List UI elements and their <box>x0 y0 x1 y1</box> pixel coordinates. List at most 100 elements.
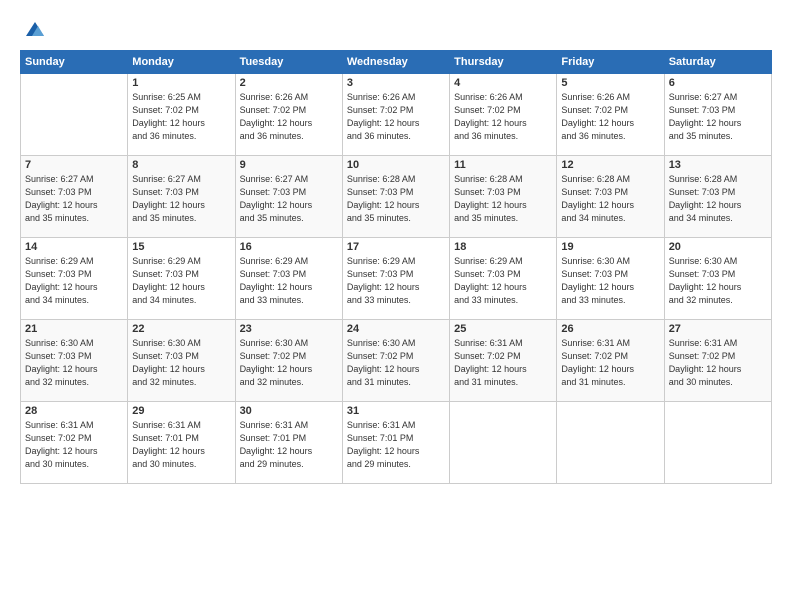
day-number: 7 <box>25 159 123 171</box>
day-number: 22 <box>132 323 230 335</box>
day-cell: 14Sunrise: 6:29 AM Sunset: 7:03 PM Dayli… <box>21 238 128 320</box>
day-cell: 7 Sunrise: 6:27 AM Sunset: 7:03 PM Daylig… <box>21 156 128 238</box>
day-cell: 17 Sunrise: 6:29 AM Sunset: 7:03 PM Dayli… <box>342 238 449 320</box>
day-info: Sunrise: 6:27 AM Sunset: 7:03 PM Dayligh… <box>132 173 230 225</box>
header-monday: Monday <box>128 51 235 74</box>
day-cell: 8 Sunrise: 6:27 AM Sunset: 7:03 PM Daylig… <box>128 156 235 238</box>
day-info: Sunrise: 6:27 AM Sunset: 7:03 PM Dayligh… <box>25 173 123 225</box>
day-info: Sunrise: 6:28 AM Sunset: 7:03 PM Dayligh… <box>669 173 767 225</box>
day-number: 24 <box>347 323 445 335</box>
day-cell: 9 Sunrise: 6:27 AM Sunset: 7:03 PM Daylig… <box>235 156 342 238</box>
day-cell: 3 Sunrise: 6:26 AM Sunset: 7:02 PM Daylig… <box>342 74 449 156</box>
day-info: Sunrise: 6:31 AM Sunset: 7:01 PM Dayligh… <box>132 419 230 471</box>
header-row: SundayMondayTuesdayWednesdayThursdayFrid… <box>21 51 772 74</box>
day-info: Sunrise: 6:25 AM Sunset: 7:02 PM Dayligh… <box>132 91 230 143</box>
week-row-4: 21 Sunrise: 6:30 AM Sunset: 7:03 PM Dayli… <box>21 320 772 402</box>
day-cell: 11 Sunrise: 6:28 AM Sunset: 7:03 PM Dayli… <box>450 156 557 238</box>
logo-icon <box>24 18 46 40</box>
day-cell: 26 Sunrise: 6:31 AM Sunset: 7:02 PM Dayli… <box>557 320 664 402</box>
day-number: 1 <box>132 77 230 89</box>
header-friday: Friday <box>557 51 664 74</box>
day-info: Sunrise: 6:31 AM Sunset: 7:01 PM Dayligh… <box>240 419 338 471</box>
day-number: 26 <box>561 323 659 335</box>
day-info: Sunrise: 6:26 AM Sunset: 7:02 PM Dayligh… <box>561 91 659 143</box>
day-info: Sunrise: 6:30 AM Sunset: 7:03 PM Dayligh… <box>132 337 230 389</box>
day-cell <box>664 402 771 484</box>
day-info: Sunrise: 6:31 AM Sunset: 7:02 PM Dayligh… <box>669 337 767 389</box>
header-tuesday: Tuesday <box>235 51 342 74</box>
day-cell: 10Sunrise: 6:28 AM Sunset: 7:03 PM Dayli… <box>342 156 449 238</box>
day-info: Sunrise: 6:29 AM Sunset: 7:03 PM Dayligh… <box>240 255 338 307</box>
day-number: 25 <box>454 323 552 335</box>
day-number: 17 <box>347 241 445 253</box>
header-wednesday: Wednesday <box>342 51 449 74</box>
day-number: 3 <box>347 77 445 89</box>
day-number: 18 <box>454 241 552 253</box>
day-cell: 31Sunrise: 6:31 AM Sunset: 7:01 PM Dayli… <box>342 402 449 484</box>
day-number: 9 <box>240 159 338 171</box>
week-row-5: 28 Sunrise: 6:31 AM Sunset: 7:02 PM Dayli… <box>21 402 772 484</box>
week-row-2: 7 Sunrise: 6:27 AM Sunset: 7:03 PM Daylig… <box>21 156 772 238</box>
day-info: Sunrise: 6:30 AM Sunset: 7:03 PM Dayligh… <box>669 255 767 307</box>
day-number: 28 <box>25 405 123 417</box>
day-cell <box>450 402 557 484</box>
header-saturday: Saturday <box>664 51 771 74</box>
day-number: 4 <box>454 77 552 89</box>
day-cell: 19 Sunrise: 6:30 AM Sunset: 7:03 PM Dayli… <box>557 238 664 320</box>
calendar-page: SundayMondayTuesdayWednesdayThursdayFrid… <box>0 0 792 612</box>
header-sunday: Sunday <box>21 51 128 74</box>
day-number: 14 <box>25 241 123 253</box>
day-cell: 25 Sunrise: 6:31 AM Sunset: 7:02 PM Dayli… <box>450 320 557 402</box>
day-info: Sunrise: 6:26 AM Sunset: 7:02 PM Dayligh… <box>240 91 338 143</box>
day-info: Sunrise: 6:27 AM Sunset: 7:03 PM Dayligh… <box>669 91 767 143</box>
day-info: Sunrise: 6:30 AM Sunset: 7:02 PM Dayligh… <box>240 337 338 389</box>
day-cell: 6Sunrise: 6:27 AM Sunset: 7:03 PM Daylig… <box>664 74 771 156</box>
day-number: 20 <box>669 241 767 253</box>
day-cell: 28 Sunrise: 6:31 AM Sunset: 7:02 PM Dayli… <box>21 402 128 484</box>
day-cell: 22 Sunrise: 6:30 AM Sunset: 7:03 PM Dayli… <box>128 320 235 402</box>
day-cell: 1 Sunrise: 6:25 AM Sunset: 7:02 PM Daylig… <box>128 74 235 156</box>
day-info: Sunrise: 6:28 AM Sunset: 7:03 PM Dayligh… <box>561 173 659 225</box>
calendar-table: SundayMondayTuesdayWednesdayThursdayFrid… <box>20 50 772 484</box>
day-cell: 20 Sunrise: 6:30 AM Sunset: 7:03 PM Dayli… <box>664 238 771 320</box>
day-info: Sunrise: 6:31 AM Sunset: 7:02 PM Dayligh… <box>454 337 552 389</box>
day-cell <box>21 74 128 156</box>
day-info: Sunrise: 6:31 AM Sunset: 7:02 PM Dayligh… <box>25 419 123 471</box>
day-info: Sunrise: 6:29 AM Sunset: 7:03 PM Dayligh… <box>347 255 445 307</box>
day-cell: 5Sunrise: 6:26 AM Sunset: 7:02 PM Daylig… <box>557 74 664 156</box>
day-cell: 13 Sunrise: 6:28 AM Sunset: 7:03 PM Dayli… <box>664 156 771 238</box>
day-number: 13 <box>669 159 767 171</box>
day-number: 8 <box>132 159 230 171</box>
week-row-3: 14 Sunrise: 6:29 AM Sunset: 7:03 PM Dayli… <box>21 238 772 320</box>
day-number: 30 <box>240 405 338 417</box>
day-info: Sunrise: 6:28 AM Sunset: 7:03 PM Dayligh… <box>454 173 552 225</box>
day-cell: 30 Sunrise: 6:31 AM Sunset: 7:01 PM Dayli… <box>235 402 342 484</box>
day-info: Sunrise: 6:27 AM Sunset: 7:03 PM Dayligh… <box>240 173 338 225</box>
day-info: Sunrise: 6:30 AM Sunset: 7:02 PM Dayligh… <box>347 337 445 389</box>
week-row-1: 1 Sunrise: 6:25 AM Sunset: 7:02 PM Daylig… <box>21 74 772 156</box>
day-number: 31 <box>347 405 445 417</box>
day-number: 12 <box>561 159 659 171</box>
day-info: Sunrise: 6:31 AM Sunset: 7:02 PM Dayligh… <box>561 337 659 389</box>
day-cell: 15 Sunrise: 6:29 AM Sunset: 7:03 PM Dayli… <box>128 238 235 320</box>
day-info: Sunrise: 6:30 AM Sunset: 7:03 PM Dayligh… <box>25 337 123 389</box>
day-info: Sunrise: 6:26 AM Sunset: 7:02 PM Dayligh… <box>454 91 552 143</box>
day-cell: 18 Sunrise: 6:29 AM Sunset: 7:03 PM Dayli… <box>450 238 557 320</box>
day-number: 19 <box>561 241 659 253</box>
day-cell: 29Sunrise: 6:31 AM Sunset: 7:01 PM Dayli… <box>128 402 235 484</box>
day-info: Sunrise: 6:26 AM Sunset: 7:02 PM Dayligh… <box>347 91 445 143</box>
day-number: 21 <box>25 323 123 335</box>
day-number: 15 <box>132 241 230 253</box>
day-info: Sunrise: 6:29 AM Sunset: 7:03 PM Dayligh… <box>454 255 552 307</box>
day-cell: 23 Sunrise: 6:30 AM Sunset: 7:02 PM Dayli… <box>235 320 342 402</box>
day-cell: 2Sunrise: 6:26 AM Sunset: 7:02 PM Daylig… <box>235 74 342 156</box>
header-thursday: Thursday <box>450 51 557 74</box>
day-info: Sunrise: 6:30 AM Sunset: 7:03 PM Dayligh… <box>561 255 659 307</box>
day-number: 23 <box>240 323 338 335</box>
day-info: Sunrise: 6:29 AM Sunset: 7:03 PM Dayligh… <box>132 255 230 307</box>
day-info: Sunrise: 6:28 AM Sunset: 7:03 PM Dayligh… <box>347 173 445 225</box>
header <box>20 18 772 40</box>
day-number: 27 <box>669 323 767 335</box>
day-number: 11 <box>454 159 552 171</box>
day-cell <box>557 402 664 484</box>
